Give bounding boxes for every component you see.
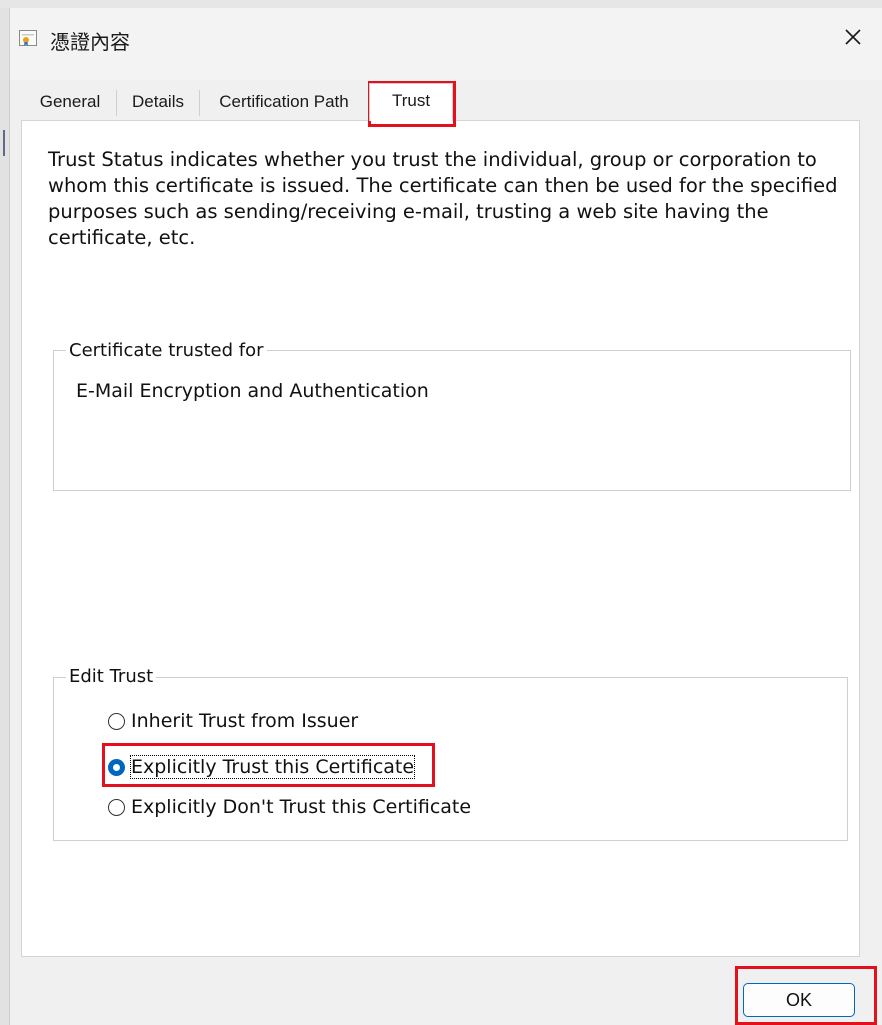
tab-details-label: Details <box>132 92 184 111</box>
background-window-edge <box>0 8 10 1025</box>
certificate-icon <box>19 30 37 46</box>
radio-button-unselected[interactable] <box>108 712 125 730</box>
radio-inherit-trust-label: Inherit Trust from Issuer <box>131 710 359 732</box>
tab-general-label: General <box>39 92 101 111</box>
radio-explicitly-dont-trust[interactable]: Explicitly Don't Trust this Certificate <box>108 792 471 822</box>
close-icon[interactable] <box>838 22 868 52</box>
tab-separator <box>116 90 117 116</box>
tab-certification-path[interactable]: Certification Path <box>203 84 365 120</box>
radio-explicitly-trust[interactable]: Explicitly Trust this Certificate <box>108 752 416 782</box>
radio-inherit-trust[interactable]: Inherit Trust from Issuer <box>108 706 358 736</box>
radio-button-selected[interactable] <box>108 758 125 776</box>
radio-button-unselected[interactable] <box>108 798 125 816</box>
certificate-trusted-for-value: E-Mail Encryption and Authentication <box>76 380 429 402</box>
radio-explicitly-trust-label: Explicitly Trust this Certificate <box>129 755 416 779</box>
radio-explicitly-dont-trust-label: Explicitly Don't Trust this Certificate <box>131 796 472 818</box>
title-bar <box>10 8 882 80</box>
background-window-mark <box>3 130 5 156</box>
window-title: 憑證內容 <box>50 30 130 54</box>
ok-button[interactable]: OK <box>743 983 855 1017</box>
trust-description: Trust Status indicates whether you trust… <box>48 148 838 249</box>
certificate-trusted-for-group <box>53 350 851 491</box>
tab-trust[interactable]: Trust <box>369 83 453 121</box>
background-window-strip <box>0 0 882 8</box>
tab-general[interactable]: General <box>29 84 111 120</box>
tab-certification-path-label: Certification Path <box>219 92 349 111</box>
tab-trust-label: Trust <box>391 91 431 110</box>
tab-details[interactable]: Details <box>121 84 195 120</box>
certificate-trusted-for-label: Certificate trusted for <box>66 340 267 361</box>
tab-separator <box>199 90 200 116</box>
edit-trust-label: Edit Trust <box>66 666 157 687</box>
